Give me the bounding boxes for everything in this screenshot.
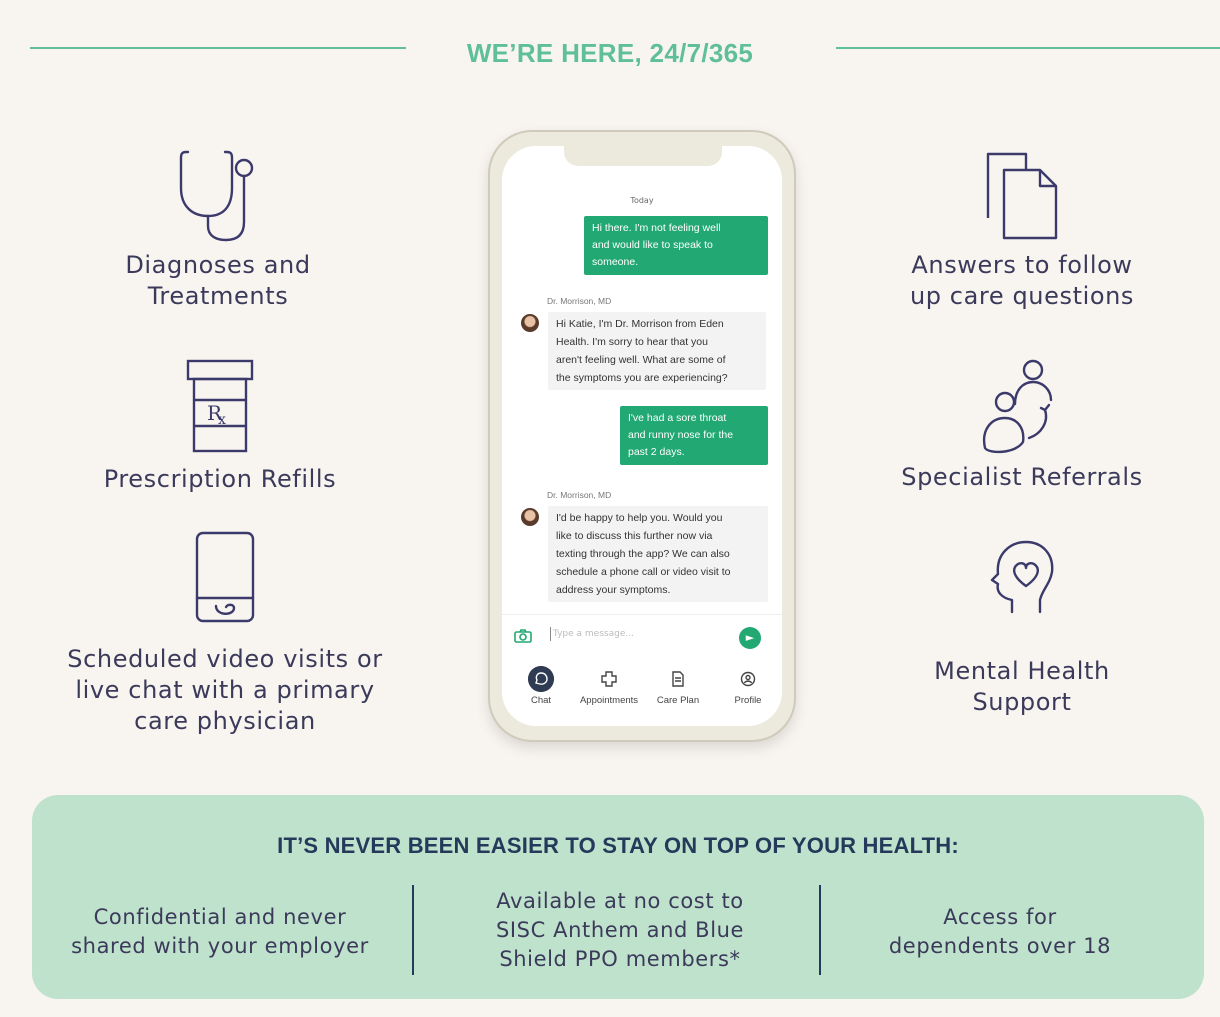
feature-prescription: R x Prescription Refills: [80, 358, 360, 495]
message-line: I've had a sore throat: [628, 412, 727, 424]
feature-label-line: Specialist Referrals: [901, 463, 1143, 491]
chat-message-outgoing: I've had a sore throat and runny nose fo…: [620, 406, 768, 465]
head-heart-icon: [990, 540, 1054, 614]
benefit-line: Shield PPO members*: [499, 947, 741, 971]
feature-label-line: Prescription Refills: [103, 465, 337, 493]
panel-divider: [412, 885, 414, 975]
chat-icon: [528, 666, 554, 692]
doctor-avatar: [521, 314, 539, 332]
message-composer: Type a message... ►: [502, 614, 782, 654]
message-sender: Dr. Morrison, MD: [547, 490, 612, 500]
benefits-panel: IT’S NEVER BEEN EASIER TO STAY ON TOP OF…: [32, 795, 1204, 999]
feature-label-line: Treatments: [147, 282, 289, 310]
bottom-tab-bar: Chat Appointments Care Plan Profile: [502, 666, 782, 718]
feature-diagnoses: Diagnoses and Treatments: [90, 148, 346, 312]
tab-label: Care Plan: [656, 695, 700, 706]
plus-cross-icon: [601, 671, 617, 687]
feature-label-line: Support: [972, 688, 1072, 716]
tab-label: Profile: [734, 695, 762, 706]
benefit-line: dependents over 18: [888, 934, 1112, 958]
phone-notch: [564, 146, 722, 166]
phone-video-icon: [195, 531, 255, 623]
message-input[interactable]: Type a message...: [550, 627, 634, 641]
feature-label-line: Diagnoses and: [125, 251, 311, 279]
benefit-no-cost: Available at no cost to SISC Anthem and …: [432, 887, 808, 974]
tab-appointments[interactable]: Appointments: [572, 666, 646, 706]
chat-message-outgoing: Hi there. I'm not feeling well and would…: [584, 216, 768, 275]
doctor-avatar: [521, 508, 539, 526]
tab-label: Appointments: [579, 695, 639, 706]
chat-message-incoming: I'd be happy to help you. Would you like…: [548, 506, 768, 602]
message-line: I'd be happy to help you. Would you: [556, 512, 723, 524]
message-line: aren't feeling well. What are some of: [556, 354, 726, 366]
benefit-confidential: Confidential and never shared with your …: [42, 903, 398, 961]
message-sender: Dr. Morrison, MD: [547, 296, 612, 306]
benefit-line: Available at no cost to: [496, 889, 744, 913]
camera-icon[interactable]: [514, 629, 532, 643]
message-line: Health. I'm sorry to hear that you: [556, 336, 708, 348]
feature-label-line: care physician: [134, 707, 316, 735]
svg-text:x: x: [218, 412, 226, 428]
chat-message-incoming: Hi Katie, I'm Dr. Morrison from Eden Hea…: [548, 312, 766, 390]
panel-divider: [819, 885, 821, 975]
message-line: and runny nose for the: [628, 429, 734, 441]
tab-chat[interactable]: Chat: [526, 666, 556, 706]
documents-icon: [986, 152, 1058, 240]
chat-date-label: Today: [630, 196, 654, 205]
profile-icon: [740, 671, 756, 687]
tab-profile[interactable]: Profile: [728, 666, 768, 706]
send-arrow-icon: ►: [745, 631, 755, 644]
message-line: someone.: [592, 256, 639, 268]
message-line: address your symptoms.: [556, 584, 671, 596]
message-line: past 2 days.: [628, 446, 685, 458]
feature-follow-up: Answers to follow up care questions: [882, 150, 1162, 312]
phone-screen: Today Hi there. I'm not feeling well and…: [502, 146, 782, 726]
prescription-bottle-icon: R x: [186, 359, 254, 453]
feature-video-visits: Scheduled video visits or live chat with…: [40, 530, 410, 737]
message-line: like to discuss this further now via: [556, 530, 713, 542]
feature-label-line: Answers to follow: [911, 251, 1133, 279]
referral-people-icon: [982, 359, 1053, 454]
benefit-line: shared with your employer: [71, 934, 369, 958]
page-title: WE’RE HERE, 24/7/365: [466, 38, 754, 68]
feature-label-line: Mental Health: [934, 657, 1110, 685]
panel-title: IT’S NEVER BEEN EASIER TO STAY ON TOP OF…: [277, 833, 959, 858]
feature-label-line: up care questions: [909, 282, 1135, 310]
benefit-line: Access for: [943, 905, 1057, 929]
tab-label: Chat: [530, 695, 552, 706]
message-line: Hi there. I'm not feeling well: [592, 222, 721, 234]
feature-referrals: Specialist Referrals: [882, 358, 1162, 493]
phone-mockup: Today Hi there. I'm not feeling well and…: [488, 130, 796, 742]
feature-mental-health: Mental Health Support: [882, 540, 1162, 718]
message-line: texting through the app? We can also: [556, 548, 730, 560]
benefit-line: Confidential and never: [93, 905, 347, 929]
message-line: the symptoms you are experiencing?: [556, 372, 728, 384]
send-button[interactable]: ►: [739, 627, 761, 649]
feature-label-line: live chat with a primary: [75, 676, 375, 704]
message-line: Hi Katie, I'm Dr. Morrison from Eden: [556, 318, 724, 330]
message-line: and would like to speak to: [592, 239, 713, 251]
tab-care-plan[interactable]: Care Plan: [652, 666, 704, 706]
benefit-line: SISC Anthem and Blue: [495, 918, 745, 942]
stethoscope-icon: [179, 150, 254, 242]
message-line: schedule a phone call or video visit to: [556, 566, 731, 578]
feature-label-line: Scheduled video visits or: [67, 645, 383, 673]
document-icon: [672, 671, 684, 687]
benefit-dependents: Access for dependents over 18: [842, 903, 1158, 961]
